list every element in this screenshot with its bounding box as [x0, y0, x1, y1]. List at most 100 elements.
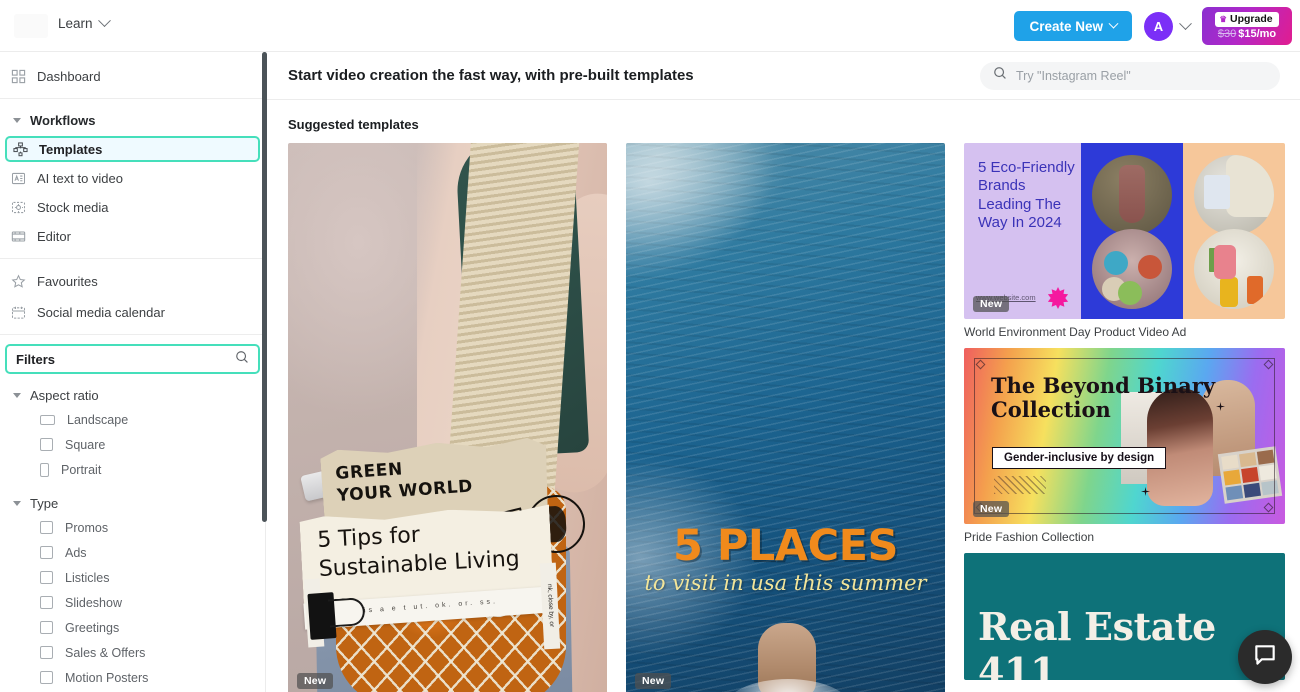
status-badge: New	[973, 296, 1010, 312]
sidebar-item-templates[interactable]: Templates	[5, 136, 260, 162]
sidebar-item-label: AI text to video	[37, 170, 123, 186]
upgrade-new-price: $15/mo	[1238, 27, 1277, 40]
template-search[interactable]	[980, 61, 1280, 90]
account-menu[interactable]: A	[1144, 11, 1192, 41]
upgrade-button[interactable]: ♛ Upgrade $30 $15/mo	[1202, 7, 1292, 45]
product-photo-cup	[1194, 155, 1274, 235]
filter-option-label: Promos	[65, 520, 109, 535]
filter-option-promos[interactable]: Promos	[0, 515, 265, 540]
filter-option-greetings[interactable]: Greetings	[0, 615, 265, 640]
checkbox[interactable]	[40, 521, 53, 534]
sidebar-group-workflows[interactable]: Workflows	[0, 108, 265, 132]
template-card-world-environment-day[interactable]: 5 Eco-Friendly Brands Leading The Way In…	[964, 143, 1285, 319]
sidebar-item-label: Templates	[39, 141, 103, 157]
checkbox[interactable]	[40, 671, 53, 684]
upgrade-label: Upgrade	[1230, 13, 1273, 26]
product-photo-soaps	[1092, 229, 1172, 309]
filter-option-label: Portrait	[61, 462, 102, 477]
filter-option-portrait[interactable]: Portrait	[0, 457, 265, 482]
checkbox[interactable]	[40, 462, 49, 477]
brand-logo[interactable]	[14, 14, 48, 38]
editor-icon	[11, 229, 26, 244]
crown-icon: ♛	[1219, 14, 1228, 25]
paper-note-text: 5 Tips for Sustainable Living	[317, 515, 550, 584]
template-card-sustainable-living[interactable]: GREEN YOUR WORLD 5 Tips for Sustainable …	[288, 143, 607, 692]
checkbox[interactable]	[40, 546, 53, 559]
filter-option-label: Slideshow	[65, 595, 122, 610]
sidebar-group-label: Workflows	[30, 112, 96, 128]
create-new-label: Create New	[1029, 18, 1103, 34]
divider	[0, 258, 265, 259]
checkbox[interactable]	[40, 596, 53, 609]
binder-clip-icon	[307, 592, 337, 640]
sidebar-scrollbar[interactable]	[262, 52, 267, 522]
filter-option-slideshow[interactable]: Slideshow	[0, 590, 265, 615]
create-new-button[interactable]: Create New	[1014, 11, 1132, 41]
template-card-real-estate[interactable]: Real Estate 411	[964, 553, 1285, 680]
checkbox[interactable]	[40, 571, 53, 584]
section-title: Suggested templates	[288, 117, 419, 132]
chevron-down-icon	[1179, 16, 1192, 30]
card-middle-panel	[1081, 143, 1183, 319]
chat-widget-button[interactable]	[1238, 630, 1292, 684]
sidebar-item-dashboard[interactable]: Dashboard	[0, 63, 265, 89]
sidebar-item-ai-text-to-video[interactable]: AI text to video	[0, 165, 265, 191]
card-headline: 5 PLACES	[673, 521, 898, 571]
caret-down-icon	[13, 500, 21, 506]
avatar: A	[1144, 11, 1173, 41]
filter-option-label: Listicles	[65, 570, 110, 585]
checkbox[interactable]	[40, 646, 53, 659]
zigzag-decoration	[994, 476, 1046, 494]
status-badge: New	[635, 673, 672, 689]
card-headline: The Beyond Binary Collection	[991, 373, 1216, 422]
top-bar: Learn Create New A ♛ Upgrade $30 $15/mo	[0, 0, 1300, 52]
filter-option-sales-offers[interactable]: Sales & Offers	[0, 640, 265, 665]
card-subheadline: to visit in usa this summer	[644, 571, 927, 595]
filter-option-listicles[interactable]: Listicles	[0, 565, 265, 590]
sidebar-item-label: Social media calendar	[37, 304, 165, 320]
sidebar-item-stock-media[interactable]: Stock media	[0, 194, 265, 220]
star-icon	[11, 273, 26, 289]
card-tagline: Gender-inclusive by design	[992, 447, 1167, 469]
sidebar-item-favourites[interactable]: Favourites	[0, 268, 265, 294]
filter-group-aspect-ratio[interactable]: Aspect ratio	[0, 383, 265, 407]
checkbox[interactable]	[40, 414, 55, 425]
filter-option-landscape[interactable]: Landscape	[0, 407, 265, 432]
filter-group-type[interactable]: Type	[0, 491, 265, 515]
dashboard-icon	[11, 69, 26, 84]
sidebar-item-label: Stock media	[37, 199, 109, 215]
chevron-down-icon	[1108, 18, 1119, 29]
learn-label: Learn	[58, 16, 93, 31]
filter-option-ads[interactable]: Ads	[0, 540, 265, 565]
templates-icon	[13, 141, 28, 157]
filter-option-square[interactable]: Square	[0, 432, 265, 457]
filter-option-motion-posters[interactable]: Motion Posters	[0, 665, 265, 690]
divider	[0, 98, 265, 99]
main-content: Start video creation the fast way, with …	[267, 52, 1300, 692]
card-left-panel: 5 Eco-Friendly Brands Leading The Way In…	[964, 143, 1081, 319]
chat-bubble-icon	[1252, 642, 1278, 673]
status-badge: New	[973, 501, 1010, 517]
template-card-5-places-wrapper: 5 PLACES to visit in usa this summer New	[626, 143, 945, 692]
upgrade-price: $30 $15/mo	[1218, 28, 1276, 41]
stock-media-icon	[11, 200, 26, 215]
sidebar: Dashboard Workflows Templates AI text to…	[0, 52, 266, 692]
template-card-pride-fashion[interactable]: The Beyond Binary Collection Gender-incl…	[964, 348, 1285, 524]
learn-menu[interactable]: Learn	[58, 14, 111, 31]
search-icon	[993, 66, 1007, 85]
sidebar-item-social-media-calendar[interactable]: Social media calendar	[0, 299, 265, 325]
card-caption: Pride Fashion Collection	[964, 530, 1095, 544]
filters-title: Filters	[16, 351, 56, 367]
main-header: Start video creation the fast way, with …	[267, 52, 1300, 100]
template-card-5-places[interactable]: 5 PLACES to visit in usa this summer New	[626, 143, 945, 692]
filter-group-label: Aspect ratio	[30, 387, 99, 403]
status-badge: New	[297, 673, 334, 689]
search-input[interactable]	[1016, 68, 1267, 83]
caret-down-icon	[13, 392, 21, 398]
divider	[0, 334, 265, 335]
filters-search-input[interactable]: Filters	[5, 344, 260, 374]
checkbox[interactable]	[40, 621, 53, 634]
card-right-panel	[1183, 143, 1285, 319]
checkbox[interactable]	[40, 438, 53, 451]
sidebar-item-editor[interactable]: Editor	[0, 223, 265, 249]
